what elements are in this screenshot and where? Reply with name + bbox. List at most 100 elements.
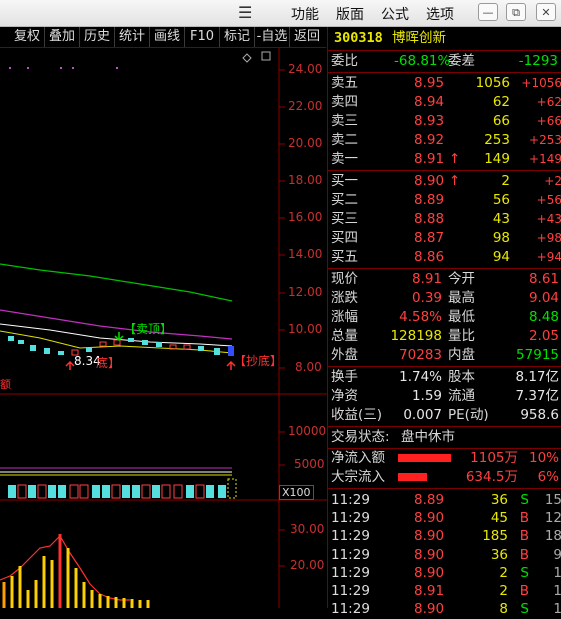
volume-tick: 5000 xyxy=(294,457,325,471)
buy-level-1: 买一 8.90 ↑ 2 +2 xyxy=(328,172,561,191)
fund-label: 流通 xyxy=(448,388,475,404)
fund-label: PE(动) xyxy=(448,407,489,423)
stat-row: 外盘 70283 内盘 57915 xyxy=(328,346,561,365)
stat-value: 0.39 xyxy=(411,290,442,306)
flow-label: 大宗流入 xyxy=(331,469,385,485)
kline-chart-panel[interactable]: 【卖顶】 8.34 底】 【抄底】 额 24.00 22.00 20.00 18… xyxy=(0,48,327,608)
stat-value: 8.91 xyxy=(411,271,442,287)
level-price: 8.95 xyxy=(414,75,445,91)
level-change: +2 xyxy=(544,174,561,188)
level-price: 8.89 xyxy=(414,192,445,208)
tb-stats-button[interactable]: 统计 xyxy=(115,27,150,47)
tb-watchlist-button[interactable]: -自选 xyxy=(255,27,290,47)
close-icon[interactable]: ✕ xyxy=(536,3,556,21)
tick-price: 8.90 xyxy=(414,528,445,545)
tick-volume: 8 xyxy=(499,601,508,618)
flow-row: 大宗流入 634.5万 6% xyxy=(328,468,561,487)
price-tick: 12.00 xyxy=(288,285,323,299)
flow-bar xyxy=(398,473,427,481)
volume-tick: 10000 xyxy=(288,424,327,438)
tb-adjust-button[interactable]: 复权 xyxy=(10,27,45,47)
partial-label: 额 xyxy=(0,378,11,391)
tick-volume: 2 xyxy=(499,583,508,599)
stat-value: 128198 xyxy=(390,328,442,344)
chart-toolbar: 复权 叠加 历史 统计 画线 F10 标记 -自选 返回 xyxy=(0,27,326,48)
restore-icon[interactable]: ⧉ xyxy=(506,3,526,21)
menu-function[interactable]: 功能 xyxy=(291,4,319,24)
tb-mark-button[interactable]: 标记 xyxy=(220,27,255,47)
stat-row: 总量 128198 量比 2.05 xyxy=(328,327,561,346)
tick-price: 8.89 xyxy=(414,492,445,508)
buy-level-4: 买四 8.87 98 +98 xyxy=(328,229,561,248)
tick-count: 1 xyxy=(553,601,561,618)
stat-value: 57915 xyxy=(516,347,559,363)
tick-price: 8.90 xyxy=(414,601,445,618)
flow-bar xyxy=(398,454,451,462)
tick-volume: 45 xyxy=(490,510,508,527)
tick-side: S xyxy=(520,601,529,618)
tick-price: 8.90 xyxy=(414,510,445,527)
stat-label: 外盘 xyxy=(331,347,358,363)
tb-back-button[interactable]: 返回 xyxy=(290,27,324,47)
sell-level-2: 卖二 8.92 253 +253 xyxy=(328,131,561,150)
trade-status-label: 交易状态: xyxy=(331,429,390,445)
minimize-icon[interactable]: — xyxy=(478,3,498,21)
level-volume: 66 xyxy=(492,113,510,129)
fund-value: 0.007 xyxy=(403,407,442,423)
stat-row: 涨幅 4.58% 最低 8.48 xyxy=(328,308,561,327)
stat-label: 最高 xyxy=(448,290,475,306)
level-change: +253 xyxy=(529,133,561,147)
stat-value: 8.48 xyxy=(528,309,559,325)
weicha-value: -1293 xyxy=(518,53,558,69)
tick-price: 8.91 xyxy=(414,583,445,599)
level-label: 买五 xyxy=(331,249,358,265)
flow-row: 净流入额 1105万 10% xyxy=(328,449,561,468)
level-price: 8.94 xyxy=(414,94,445,110)
stat-value: 70283 xyxy=(399,347,442,363)
tick-row: 11:29 8.89 36 S 15 xyxy=(328,491,561,510)
flow-percent: 10% xyxy=(528,450,559,466)
stock-name: 博晖创新 xyxy=(392,30,446,46)
menu-options[interactable]: 选项 xyxy=(426,4,454,24)
tb-draw-button[interactable]: 画线 xyxy=(150,27,185,47)
tick-count: 1 xyxy=(553,583,561,599)
level-volume: 43 xyxy=(492,211,510,227)
tick-side: B xyxy=(519,583,529,599)
price-tick: 16.00 xyxy=(288,210,323,224)
level-label: 买二 xyxy=(331,192,358,208)
menu-formula[interactable]: 公式 xyxy=(381,4,409,24)
tick-time: 11:29 xyxy=(331,601,370,618)
flow-value: 634.5万 xyxy=(465,469,518,485)
price-tick: 10.00 xyxy=(288,322,323,336)
volume-unit-label: X100 xyxy=(279,485,314,500)
menu-layout[interactable]: 版面 xyxy=(336,4,364,24)
level-change: +98 xyxy=(536,231,561,245)
tick-price: 8.90 xyxy=(414,546,445,563)
price-tick: 18.00 xyxy=(288,173,323,187)
fund-label: 收益(三) xyxy=(331,407,383,423)
tb-history-button[interactable]: 历史 xyxy=(80,27,115,47)
tick-row: 11:29 8.91 2 B 1 xyxy=(328,582,561,601)
stat-label: 涨跌 xyxy=(331,290,358,306)
tb-f10-button[interactable]: F10 xyxy=(185,27,220,47)
webi-value: -68.81% xyxy=(394,53,451,69)
fund-label: 股本 xyxy=(448,369,475,385)
stat-label: 总量 xyxy=(331,328,358,344)
price-tick: 22.00 xyxy=(288,99,323,113)
tick-side: B xyxy=(519,528,529,545)
tb-overlay-button[interactable]: 叠加 xyxy=(45,27,80,47)
webi-row: 委比 -68.81% 委差 -1293 xyxy=(328,52,561,71)
tick-row: 11:29 8.90 2 S 1 xyxy=(328,564,561,583)
buy-level-5: 买五 8.86 94 +94 xyxy=(328,248,561,267)
sell-level-3: 卖三 8.93 66 +66 xyxy=(328,112,561,131)
level-volume: 2 xyxy=(501,173,510,189)
tick-time: 11:29 xyxy=(331,583,370,599)
level-change: +62 xyxy=(536,95,561,109)
tick-price: 8.90 xyxy=(414,564,445,581)
menu-icon[interactable]: ☰ xyxy=(238,3,252,22)
level-change: +43 xyxy=(536,212,561,226)
level-volume: 62 xyxy=(492,94,510,110)
stat-row: 现价 8.91 今开 8.61 xyxy=(328,270,561,289)
indicator-tick: 20.00 xyxy=(290,558,325,572)
tick-side: S xyxy=(520,564,529,581)
